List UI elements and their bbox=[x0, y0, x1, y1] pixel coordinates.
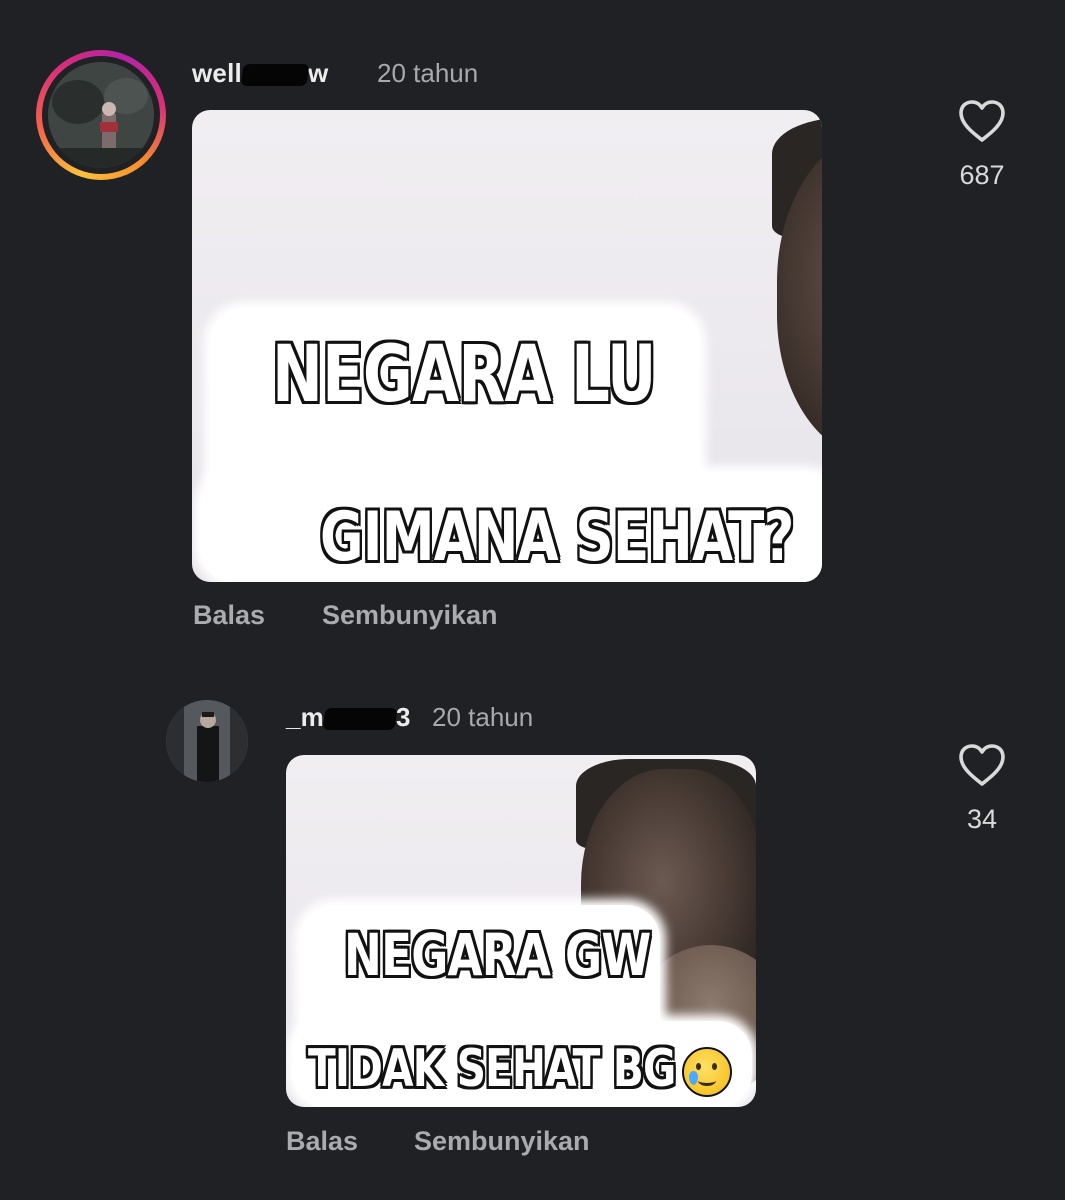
avatar[interactable] bbox=[48, 62, 154, 168]
heart-outline-icon[interactable] bbox=[957, 742, 1007, 788]
redaction bbox=[240, 64, 310, 87]
like-button[interactable]: 687 bbox=[952, 98, 1012, 191]
avatar-image bbox=[48, 62, 154, 168]
comment-image[interactable]: NEGARA LU GIMANA SEHAT? bbox=[192, 110, 822, 582]
comment-timestamp: 20 tahun bbox=[432, 702, 534, 732]
comment-image[interactable]: NEGARA GW TIDAK SEHAT BG bbox=[286, 755, 756, 1107]
meme-caption-line2: GIMANA SEHAT? bbox=[320, 498, 794, 577]
redaction bbox=[322, 708, 398, 731]
username[interactable]: _m 3 bbox=[286, 702, 411, 733]
meme-caption-line2: TIDAK SEHAT BG bbox=[308, 1039, 676, 1099]
username[interactable]: well w bbox=[192, 58, 328, 89]
avatar-image bbox=[166, 700, 248, 782]
comment-timestamp: 20 tahun bbox=[377, 58, 479, 88]
reply-button[interactable]: Balas bbox=[193, 600, 265, 631]
meme-caption-line1: NEGARA LU bbox=[272, 330, 656, 420]
hide-button[interactable]: Sembunyikan bbox=[414, 1126, 590, 1157]
smiling-face-with-tear-emoji bbox=[682, 1047, 732, 1097]
comments-screen: well w 20 tahun NEGARA LU GIMANA SEHAT? B… bbox=[0, 0, 1065, 1200]
meme-caption-line1: NEGARA GW bbox=[344, 921, 651, 989]
hide-button[interactable]: Sembunyikan bbox=[322, 600, 498, 631]
reply-button[interactable]: Balas bbox=[286, 1126, 358, 1157]
avatar[interactable] bbox=[166, 700, 248, 782]
like-count: 687 bbox=[959, 160, 1005, 190]
heart-outline-icon[interactable] bbox=[957, 98, 1007, 144]
like-count: 34 bbox=[966, 804, 998, 834]
like-button[interactable]: 34 bbox=[952, 742, 1012, 835]
